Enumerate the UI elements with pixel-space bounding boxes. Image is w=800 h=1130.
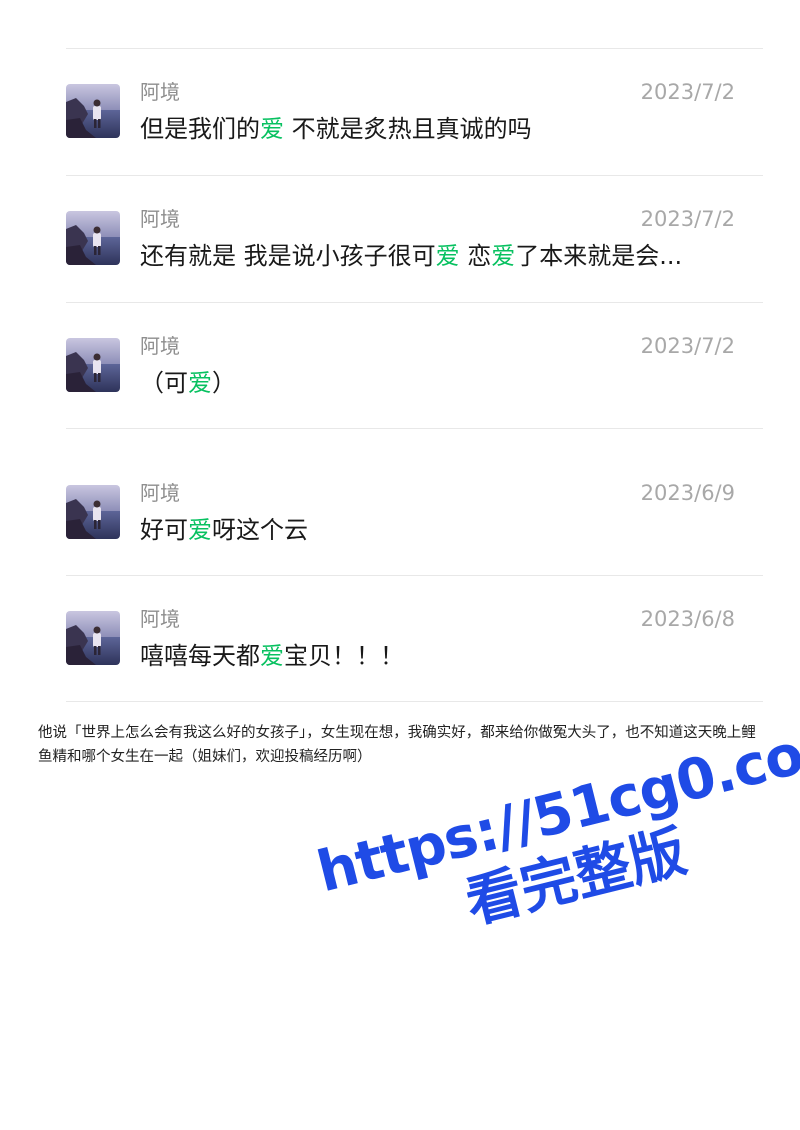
message-item[interactable]: 阿境 2023/7/2 但是我们的爱 不就是炙热且真诚的吗 [66, 74, 763, 184]
highlight-keyword: 爱 [260, 642, 284, 670]
divider [66, 575, 763, 576]
highlight-keyword: 爱 [435, 242, 460, 270]
message-text-segment: 还有就是 我是说小孩子很可 [140, 242, 436, 270]
avatar-photo [66, 211, 120, 265]
message-text-segment: 但是我们的 [140, 115, 260, 143]
highlight-keyword: 爱 [188, 369, 212, 397]
message-item[interactable]: 阿境 2023/6/9 好可爱呀这个云 [66, 475, 763, 585]
message-text: 嘻嘻每天都爱宝贝！！！ [140, 639, 736, 673]
avatar-photo [66, 84, 120, 138]
avatar-photo [66, 611, 120, 665]
divider [66, 175, 763, 176]
avatar[interactable] [66, 211, 120, 265]
message-item[interactable]: 阿境 2023/6/8 嘻嘻每天都爱宝贝！！！ [66, 601, 763, 711]
avatar[interactable] [66, 84, 120, 138]
message-item[interactable]: 阿境 2023/7/2 （可爱） [66, 328, 763, 438]
sender-name: 阿境 [140, 80, 180, 104]
message-text-segment: 宝贝！！！ [284, 642, 404, 670]
avatar[interactable] [66, 611, 120, 665]
message-date: 2023/7/2 [640, 207, 735, 231]
message-text: 好可爱呀这个云 [140, 513, 736, 547]
message-text: （可爱） [140, 366, 736, 400]
message-text: 但是我们的爱 不就是炙热且真诚的吗 [140, 112, 736, 146]
message-date: 2023/6/8 [640, 607, 735, 631]
sender-name: 阿境 [140, 481, 180, 505]
divider [66, 428, 763, 429]
message-text-segment: 不就是炙热且真诚的吗 [284, 115, 532, 143]
highlight-keyword: 爱 [188, 516, 212, 544]
divider [66, 302, 763, 303]
avatar-photo [66, 338, 120, 392]
highlight-keyword: 爱 [491, 242, 516, 270]
message-item[interactable]: 阿境 2023/7/2 还有就是 我是说小孩子很可爱 恋爱了本来就是会... [66, 201, 763, 311]
sender-name: 阿境 [140, 607, 180, 631]
divider [66, 701, 763, 702]
message-date: 2023/7/2 [640, 334, 735, 358]
message-date: 2023/7/2 [640, 80, 735, 104]
divider [66, 48, 763, 49]
message-text: 还有就是 我是说小孩子很可爱 恋爱了本来就是会... [140, 239, 736, 273]
avatar-photo [66, 485, 120, 539]
avatar[interactable] [66, 338, 120, 392]
message-text-segment: 好可 [140, 516, 188, 544]
message-text-segment: 恋 [459, 242, 492, 270]
message-text-segment: （可 [140, 369, 188, 397]
message-text-segment: ） [212, 369, 236, 397]
message-text-segment: 嘻嘻每天都 [140, 642, 260, 670]
highlight-keyword: 爱 [260, 115, 284, 143]
message-text-segment: 了本来就是会... [515, 242, 683, 270]
sender-name: 阿境 [140, 334, 180, 358]
avatar[interactable] [66, 485, 120, 539]
message-text-segment: 呀这个云 [212, 516, 308, 544]
sender-name: 阿境 [140, 207, 180, 231]
message-date: 2023/6/9 [640, 481, 735, 505]
